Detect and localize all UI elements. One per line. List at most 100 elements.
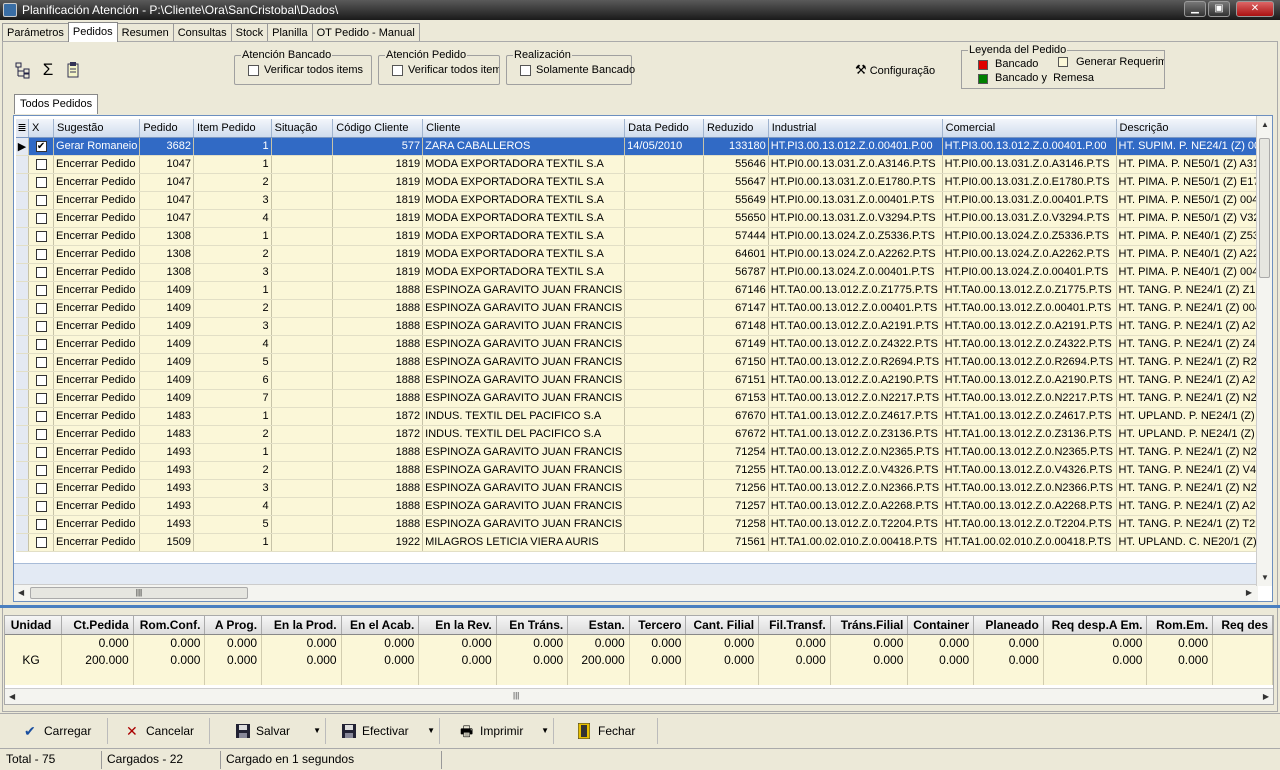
- checkbox[interactable]: [35, 248, 47, 260]
- row-select-checkbox[interactable]: [28, 389, 55, 408]
- row-header[interactable]: [16, 263, 30, 282]
- row-select-checkbox[interactable]: [28, 299, 55, 318]
- checkbox[interactable]: [35, 392, 47, 404]
- checkbox[interactable]: [35, 176, 47, 188]
- row-select-checkbox[interactable]: [28, 443, 55, 462]
- row-header[interactable]: [16, 533, 30, 552]
- summary-scroll-left-icon[interactable]: ◀: [9, 692, 15, 701]
- row-header[interactable]: [16, 335, 30, 354]
- table-row[interactable]: Encerrar Pedido 1409 5 1888 ESPINOZA GARAVIT…: [16, 353, 1272, 372]
- checkbox[interactable]: [35, 320, 47, 332]
- table-row[interactable]: Encerrar Pedido 1308 1 1819 MODA EXPORTADORA…: [16, 227, 1272, 246]
- column-header-codigo-cliente[interactable]: Código Cliente: [332, 119, 424, 138]
- tab-consultas[interactable]: Consultas: [172, 23, 232, 42]
- scroll-right-icon[interactable]: ▶: [1246, 588, 1252, 597]
- summary-header-cell[interactable]: En Tráns.: [496, 616, 569, 635]
- tab-resumen[interactable]: Resumen: [116, 23, 174, 42]
- close-button[interactable]: ✕: [1236, 1, 1274, 17]
- summary-header-cell[interactable]: A Prog.: [204, 616, 263, 635]
- checkbox[interactable]: [35, 518, 47, 530]
- summary-header-cell[interactable]: Estan.: [567, 616, 630, 635]
- row-select-checkbox[interactable]: [28, 407, 55, 426]
- table-row[interactable]: Encerrar Pedido 1509 1 1922 MILAGROS LETICIA…: [16, 533, 1272, 552]
- table-row[interactable]: Encerrar Pedido 1047 4 1819 MODA EXPORTADORA…: [16, 209, 1272, 228]
- table-row[interactable]: Encerrar Pedido 1409 1 1888 ESPINOZA GARAVIT…: [16, 281, 1272, 300]
- table-row[interactable]: Encerrar Pedido 1493 3 1888 ESPINOZA GARAVIT…: [16, 479, 1272, 498]
- table-row[interactable]: Encerrar Pedido 1047 3 1819 MODA EXPORTADORA…: [16, 191, 1272, 210]
- table-row[interactable]: ▶ ✔ Gerar Romaneio 3682 1 577 ZARA CABALLEROS 1…: [16, 137, 1272, 156]
- checkbox[interactable]: [35, 284, 47, 296]
- column-header-x[interactable]: X: [28, 119, 55, 138]
- table-row[interactable]: Encerrar Pedido 1483 2 1872 INDUS. TEXTIL DE…: [16, 425, 1272, 444]
- checkbox[interactable]: [35, 410, 47, 422]
- row-select-checkbox[interactable]: [28, 191, 55, 210]
- efectivar-button[interactable]: Efectivar ▼: [336, 718, 440, 744]
- grid-horizontal-scrollbar[interactable]: ◀ ||| ▶: [14, 584, 1258, 601]
- row-select-checkbox[interactable]: [28, 155, 55, 174]
- row-header[interactable]: [16, 425, 30, 444]
- sigma-icon[interactable]: Σ: [39, 61, 57, 79]
- column-header-industrial[interactable]: Industrial: [768, 119, 943, 138]
- column-header-pedido[interactable]: Pedido: [139, 119, 194, 138]
- table-row[interactable]: Encerrar Pedido 1493 4 1888 ESPINOZA GARAVIT…: [16, 497, 1272, 516]
- row-select-checkbox[interactable]: [28, 515, 55, 534]
- row-header[interactable]: [16, 317, 30, 336]
- row-header[interactable]: [16, 227, 30, 246]
- table-row[interactable]: Encerrar Pedido 1409 3 1888 ESPINOZA GARAVIT…: [16, 317, 1272, 336]
- checkbox[interactable]: [35, 158, 47, 170]
- table-row[interactable]: Encerrar Pedido 1409 4 1888 ESPINOZA GARAVIT…: [16, 335, 1272, 354]
- table-row[interactable]: Encerrar Pedido 1409 2 1888 ESPINOZA GARAVIT…: [16, 299, 1272, 318]
- column-header-comercial[interactable]: Comercial: [942, 119, 1117, 138]
- table-row[interactable]: Encerrar Pedido 1409 7 1888 ESPINOZA GARAVIT…: [16, 389, 1272, 408]
- checkbox[interactable]: [35, 536, 47, 548]
- row-header[interactable]: [16, 299, 30, 318]
- row-select-checkbox[interactable]: [28, 425, 55, 444]
- row-select-checkbox[interactable]: [28, 461, 55, 480]
- table-row[interactable]: Encerrar Pedido 1493 1 1888 ESPINOZA GARAVIT…: [16, 443, 1272, 462]
- summary-scroll-right-icon[interactable]: ▶: [1263, 692, 1269, 701]
- tab-pedidos[interactable]: Pedidos: [67, 22, 118, 42]
- verificar-bancado-checkbox[interactable]: [248, 64, 259, 76]
- summary-horizontal-scrollbar[interactable]: ◀ ||| ▶: [5, 688, 1273, 704]
- row-select-checkbox[interactable]: [28, 479, 55, 498]
- row-header[interactable]: [16, 407, 30, 426]
- checkbox[interactable]: [35, 230, 47, 242]
- summary-header-cell[interactable]: Container: [907, 616, 975, 635]
- table-row[interactable]: Encerrar Pedido 1308 2 1819 MODA EXPORTADORA…: [16, 245, 1272, 264]
- fechar-button[interactable]: Fechar: [572, 718, 658, 744]
- row-select-checkbox[interactable]: ✔: [28, 137, 55, 156]
- row-select-checkbox[interactable]: [28, 497, 55, 516]
- row-select-checkbox[interactable]: [28, 209, 55, 228]
- summary-header-cell[interactable]: Planeado: [973, 616, 1044, 635]
- salvar-button[interactable]: Salvar ▼: [230, 718, 326, 744]
- clipboard-icon[interactable]: [64, 61, 82, 79]
- column-header-reduzido[interactable]: Reduzido: [703, 119, 769, 138]
- scroll-left-icon[interactable]: ◀: [18, 588, 24, 597]
- row-select-checkbox[interactable]: [28, 245, 55, 264]
- summary-header-cell[interactable]: Req desp.A Em.: [1043, 616, 1148, 635]
- row-header[interactable]: [16, 371, 30, 390]
- maximize-button[interactable]: ▣: [1208, 1, 1230, 17]
- panel-splitter[interactable]: [0, 605, 1280, 608]
- row-header[interactable]: [16, 245, 30, 264]
- salvar-dropdown-icon[interactable]: ▼: [313, 718, 321, 744]
- tab-stock[interactable]: Stock: [230, 23, 269, 42]
- scroll-down-icon[interactable]: ▼: [1261, 573, 1269, 582]
- efectivar-dropdown-icon[interactable]: ▼: [427, 718, 435, 744]
- row-header[interactable]: [16, 155, 30, 174]
- minimize-button[interactable]: ▁: [1184, 1, 1206, 17]
- summary-header-cell[interactable]: Rom.Em.: [1146, 616, 1214, 635]
- checkbox[interactable]: [35, 500, 47, 512]
- table-row[interactable]: Encerrar Pedido 1493 2 1888 ESPINOZA GARAVIT…: [16, 461, 1272, 480]
- tab-planilla[interactable]: Planilla: [267, 23, 313, 42]
- row-select-checkbox[interactable]: [28, 335, 55, 354]
- column-header-sugestao[interactable]: Sugestão: [53, 119, 141, 138]
- summary-header-cell[interactable]: En el Acab.: [341, 616, 420, 635]
- column-header-data-pedido[interactable]: Data Pedido: [624, 119, 704, 138]
- scroll-up-icon[interactable]: ▲: [1261, 120, 1269, 129]
- summary-header-cell[interactable]: Ct.Pedida: [61, 616, 134, 635]
- summary-header-cell[interactable]: Fil.Transf.: [758, 616, 831, 635]
- row-select-checkbox[interactable]: [28, 263, 55, 282]
- column-header-cliente[interactable]: Cliente: [422, 119, 626, 138]
- checkbox[interactable]: [35, 464, 47, 476]
